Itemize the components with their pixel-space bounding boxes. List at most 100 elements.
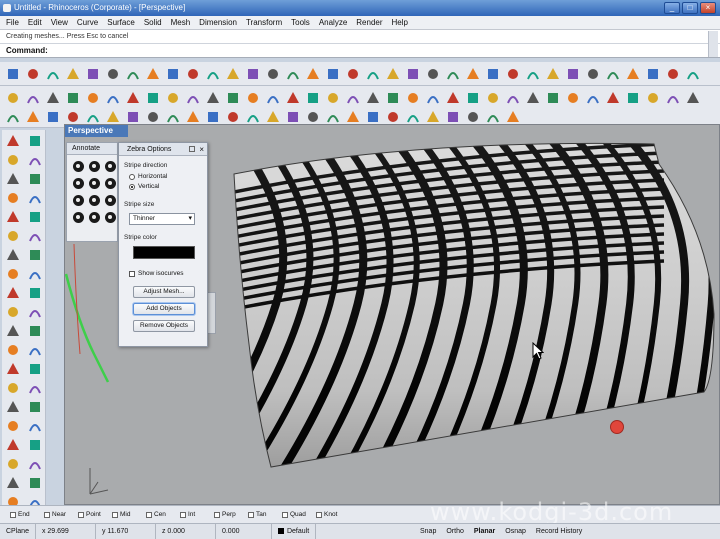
- sphere-tool-icon[interactable]: [184, 65, 201, 82]
- planar-toggle[interactable]: Planar: [474, 524, 495, 539]
- surface-tool-icon[interactable]: [24, 108, 41, 125]
- sphere-tool-icon[interactable]: [104, 65, 121, 82]
- snap-toggle[interactable]: Snap: [420, 524, 436, 539]
- surface-tool-icon[interactable]: [204, 89, 221, 106]
- menu-edit[interactable]: Edit: [28, 18, 42, 27]
- sphere-tool-icon[interactable]: [4, 341, 22, 358]
- sphere-tool-icon[interactable]: [464, 108, 481, 125]
- command-input[interactable]: [54, 46, 694, 56]
- box-tool-icon[interactable]: [26, 398, 44, 415]
- show-isocurves-checkbox[interactable]: Show isocurves: [129, 270, 184, 277]
- curve-tool-icon[interactable]: [164, 108, 181, 125]
- vertical-radio[interactable]: Vertical: [129, 183, 159, 190]
- close-button[interactable]: ×: [700, 2, 716, 14]
- maximize-button[interactable]: □: [682, 2, 698, 14]
- surface-tool-icon[interactable]: [364, 89, 381, 106]
- curve-tool-icon[interactable]: [26, 303, 44, 320]
- curve-tool-icon[interactable]: [284, 65, 301, 82]
- sphere-tool-icon[interactable]: [644, 89, 661, 106]
- box-tool-icon[interactable]: [144, 89, 161, 106]
- surface-tool-icon[interactable]: [444, 89, 461, 106]
- close-icon[interactable]: ×: [199, 143, 204, 156]
- box-tool-icon[interactable]: [124, 108, 141, 125]
- annotation-dot-icon[interactable]: [73, 161, 84, 172]
- pin-icon[interactable]: [189, 146, 195, 152]
- box-tool-icon[interactable]: [26, 246, 44, 263]
- box-tool-icon[interactable]: [644, 65, 661, 82]
- menu-tools[interactable]: Tools: [291, 18, 310, 27]
- surface-tool-icon[interactable]: [304, 65, 321, 82]
- annotation-dot-icon[interactable]: [105, 178, 116, 189]
- sphere-tool-icon[interactable]: [64, 108, 81, 125]
- box-tool-icon[interactable]: [26, 284, 44, 301]
- adjust-mesh-button[interactable]: Adjust Mesh...: [133, 286, 195, 298]
- surface-tool-icon[interactable]: [4, 284, 22, 301]
- osnap-toggle[interactable]: Osnap: [505, 524, 526, 539]
- sphere-tool-icon[interactable]: [84, 89, 101, 106]
- surface-tool-icon[interactable]: [544, 65, 561, 82]
- surface-tool-icon[interactable]: [4, 170, 22, 187]
- curve-tool-icon[interactable]: [324, 108, 341, 125]
- annotation-dot-icon[interactable]: [73, 195, 84, 206]
- box-tool-icon[interactable]: [26, 208, 44, 225]
- box-tool-icon[interactable]: [444, 108, 461, 125]
- curve-tool-icon[interactable]: [26, 265, 44, 282]
- box-tool-icon[interactable]: [624, 89, 641, 106]
- sphere-tool-icon[interactable]: [4, 417, 22, 434]
- curve-tool-icon[interactable]: [504, 89, 521, 106]
- annotation-dot-icon[interactable]: [73, 212, 84, 223]
- osnap-end[interactable]: End: [10, 511, 40, 518]
- menu-transform[interactable]: Transform: [246, 18, 282, 27]
- stripe-size-select[interactable]: Thinner: [129, 213, 195, 225]
- sphere-tool-icon[interactable]: [164, 89, 181, 106]
- curve-tool-icon[interactable]: [344, 89, 361, 106]
- surface-tool-icon[interactable]: [284, 89, 301, 106]
- add-objects-button[interactable]: Add Objects: [133, 303, 195, 315]
- annotation-dot-icon[interactable]: [105, 212, 116, 223]
- osnap-knot[interactable]: Knot: [316, 511, 346, 518]
- sphere-tool-icon[interactable]: [4, 303, 22, 320]
- sphere-tool-icon[interactable]: [4, 455, 22, 472]
- osnap-perp[interactable]: Perp: [214, 511, 244, 518]
- sphere-tool-icon[interactable]: [4, 89, 21, 106]
- surface-tool-icon[interactable]: [64, 65, 81, 82]
- curve-tool-icon[interactable]: [204, 65, 221, 82]
- sphere-tool-icon[interactable]: [484, 89, 501, 106]
- menu-solid[interactable]: Solid: [144, 18, 162, 27]
- annotation-dot-icon[interactable]: [89, 195, 100, 206]
- curve-tool-icon[interactable]: [26, 189, 44, 206]
- sphere-tool-icon[interactable]: [244, 89, 261, 106]
- curve-tool-icon[interactable]: [24, 89, 41, 106]
- status-cplane[interactable]: CPlane: [0, 523, 36, 539]
- osnap-int[interactable]: Int: [180, 511, 210, 518]
- box-tool-icon[interactable]: [304, 89, 321, 106]
- surface-tool-icon[interactable]: [4, 360, 22, 377]
- curve-tool-icon[interactable]: [184, 89, 201, 106]
- osnap-mid[interactable]: Mid: [112, 511, 142, 518]
- surface-tool-icon[interactable]: [424, 108, 441, 125]
- curve-tool-icon[interactable]: [26, 151, 44, 168]
- curve-tool-icon[interactable]: [584, 89, 601, 106]
- box-tool-icon[interactable]: [84, 65, 101, 82]
- sphere-tool-icon[interactable]: [264, 65, 281, 82]
- sphere-tool-icon[interactable]: [304, 108, 321, 125]
- surface-tool-icon[interactable]: [344, 108, 361, 125]
- annotation-dot-icon[interactable]: [105, 161, 116, 172]
- sphere-tool-icon[interactable]: [424, 65, 441, 82]
- annotation-dot-icon[interactable]: [89, 161, 100, 172]
- sphere-tool-icon[interactable]: [664, 65, 681, 82]
- sphere-tool-icon[interactable]: [344, 65, 361, 82]
- annotation-dot-icon[interactable]: [105, 195, 116, 206]
- sphere-tool-icon[interactable]: [564, 89, 581, 106]
- box-tool-icon[interactable]: [4, 65, 21, 82]
- sphere-tool-icon[interactable]: [584, 65, 601, 82]
- sphere-tool-icon[interactable]: [404, 89, 421, 106]
- surface-tool-icon[interactable]: [144, 65, 161, 82]
- box-tool-icon[interactable]: [284, 108, 301, 125]
- sphere-tool-icon[interactable]: [4, 151, 22, 168]
- sphere-tool-icon[interactable]: [224, 108, 241, 125]
- box-tool-icon[interactable]: [44, 108, 61, 125]
- box-tool-icon[interactable]: [564, 65, 581, 82]
- stripe-color-swatch[interactable]: [133, 246, 195, 259]
- osnap-point[interactable]: Point: [78, 511, 108, 518]
